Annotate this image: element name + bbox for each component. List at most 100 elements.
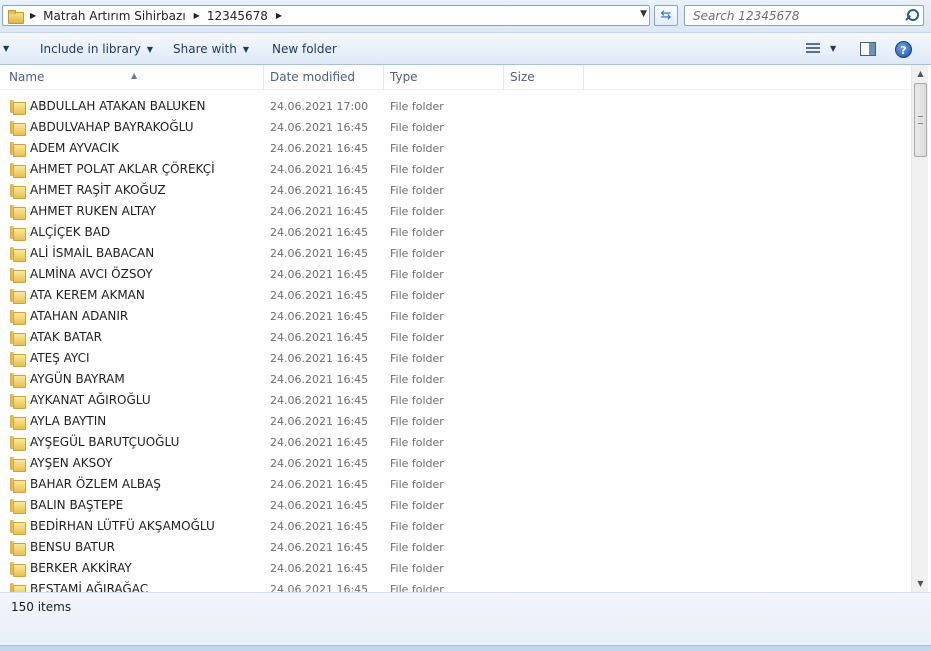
table-row[interactable]: ATEŞ AYCI 24.06.2021 16:45 File folder xyxy=(0,348,911,369)
file-name: ATEŞ AYCI xyxy=(30,351,90,365)
column-header-size[interactable]: Size xyxy=(504,65,584,90)
folder-icon xyxy=(10,268,26,283)
table-row[interactable]: AHMET RAŞİT AKOĞUZ 24.06.2021 16:45 File f… xyxy=(0,180,911,201)
file-date-modified: 24.06.2021 16:45 xyxy=(270,268,369,281)
refresh-button[interactable]: ⇆ xyxy=(654,5,678,26)
file-type: File folder xyxy=(390,373,444,386)
address-bar[interactable]: ▶ Matrah Artırım Sihirbazı ▶ 12345678 ▶ … xyxy=(2,5,650,26)
chevron-down-icon[interactable]: ▼ xyxy=(640,9,647,19)
file-date-modified: 24.06.2021 16:45 xyxy=(270,583,369,592)
details-pane: 150 items xyxy=(0,592,931,645)
file-date-modified: 24.06.2021 17:00 xyxy=(270,100,369,113)
folder-icon xyxy=(10,352,26,367)
file-name: AHMET RUKEN ALTAY xyxy=(30,204,156,218)
folder-icon xyxy=(10,289,26,304)
table-row[interactable]: AYGÜN BAYRAM 24.06.2021 16:45 File folder xyxy=(0,369,911,390)
file-date-modified: 24.06.2021 16:45 xyxy=(270,541,369,554)
file-name: ATAHAN ADANIR xyxy=(30,309,129,323)
table-row[interactable]: BENSU BATUR 24.06.2021 16:45 File folder xyxy=(0,537,911,558)
file-type: File folder xyxy=(390,436,444,449)
table-row[interactable]: AYKANAT AĞIROĞLU 24.06.2021 16:45 File fol… xyxy=(0,390,911,411)
file-name: BALIN BAŞTEPE xyxy=(30,498,124,512)
include-in-library-label: Include in library xyxy=(40,42,141,56)
table-row[interactable]: BEDİRHAN LÜTFÜ AKŞAMOĞLU 24.06.2021 16:45… xyxy=(0,516,911,537)
breadcrumb-arrow-icon[interactable]: ▶ xyxy=(194,11,200,20)
table-row[interactable]: AHMET RUKEN ALTAY 24.06.2021 16:45 File fo… xyxy=(0,201,911,222)
table-row[interactable]: BERKER AKKİRAY 24.06.2021 16:45 File folde… xyxy=(0,558,911,579)
breadcrumb-arrow-icon[interactable]: ▶ xyxy=(276,11,282,20)
file-name: ABDULVAHAP BAYRAKOĞLU xyxy=(30,120,194,134)
new-folder-button[interactable]: New folder xyxy=(272,42,337,56)
command-bar: ▼ Include in library ▼ Share with ▼ New fo… xyxy=(0,32,931,65)
file-date-modified: 24.06.2021 16:45 xyxy=(270,562,369,575)
table-row[interactable]: ADEM AYVACIK 24.06.2021 16:45 File folder xyxy=(0,138,911,159)
file-name: BERKER AKKİRAY xyxy=(30,561,132,575)
table-row[interactable]: BALIN BAŞTEPE 24.06.2021 16:45 File folder xyxy=(0,495,911,516)
table-row[interactable]: AYŞEGÜL BARUTÇUOĞLU 24.06.2021 16:45 File … xyxy=(0,432,911,453)
table-row[interactable]: BAHAR ÖZLEM ALBAŞ 24.06.2021 16:45 File fo… xyxy=(0,474,911,495)
file-name: AHMET RAŞİT AKOĞUZ xyxy=(30,183,166,197)
scroll-thumb[interactable] xyxy=(914,83,927,157)
file-date-modified: 24.06.2021 16:45 xyxy=(270,289,369,302)
search-icon[interactable] xyxy=(903,7,923,25)
search-box[interactable] xyxy=(684,5,924,26)
table-row[interactable]: AYŞEN AKSOY 24.06.2021 16:45 File folder xyxy=(0,453,911,474)
column-header-date[interactable]: Date modified xyxy=(264,65,384,90)
preview-pane-icon[interactable] xyxy=(860,42,876,56)
breadcrumb-arrow-icon[interactable]: ▶ xyxy=(30,11,36,20)
organize-dropdown-icon[interactable]: ▼ xyxy=(3,44,9,53)
table-row[interactable]: ALMİNA AVCI ÖZSOY 24.06.2021 16:45 File fo… xyxy=(0,264,911,285)
file-rows: ABDULLAH ATAKAN BALUKEN 24.06.2021 17:00 F… xyxy=(0,96,911,592)
file-name: ALMİNA AVCI ÖZSOY xyxy=(30,267,153,281)
folder-icon xyxy=(10,457,26,472)
file-type: File folder xyxy=(390,226,444,239)
file-type: File folder xyxy=(390,289,444,302)
file-type: File folder xyxy=(390,247,444,260)
table-row[interactable]: ALÇİÇEK BAD 24.06.2021 16:45 File folder xyxy=(0,222,911,243)
folder-icon xyxy=(10,373,26,388)
table-row[interactable]: ABDULVAHAP BAYRAKOĞLU 24.06.2021 16:45 Fil… xyxy=(0,117,911,138)
file-name: BAHAR ÖZLEM ALBAŞ xyxy=(30,477,161,491)
breadcrumb-item[interactable]: 12345678 xyxy=(207,9,268,23)
column-header-type[interactable]: Type xyxy=(384,65,504,90)
help-icon[interactable]: ? xyxy=(895,41,912,58)
table-row[interactable]: ATAHAN ADANIR 24.06.2021 16:45 File folder xyxy=(0,306,911,327)
share-with-button[interactable]: Share with ▼ xyxy=(173,42,249,56)
file-name: BESTAMİ AĞIRAĞAÇ xyxy=(30,582,149,592)
table-row[interactable]: BESTAMİ AĞIRAĞAÇ 24.06.2021 16:45 File fol… xyxy=(0,579,911,592)
search-input[interactable] xyxy=(685,6,903,25)
file-name: BENSU BATUR xyxy=(30,540,115,554)
file-type: File folder xyxy=(390,121,444,134)
file-type: File folder xyxy=(390,415,444,428)
file-type: File folder xyxy=(390,163,444,176)
vertical-scrollbar[interactable]: ▲ ▼ xyxy=(911,65,928,592)
file-type: File folder xyxy=(390,100,444,113)
folder-icon xyxy=(10,499,26,514)
file-date-modified: 24.06.2021 16:45 xyxy=(270,163,369,176)
folder-icon xyxy=(10,205,26,220)
column-header-name[interactable]: Name ▲ xyxy=(3,65,264,90)
scroll-down-icon[interactable]: ▼ xyxy=(912,575,929,592)
file-type: File folder xyxy=(390,541,444,554)
table-row[interactable]: ATA KEREM AKMAN 24.06.2021 16:45 File fold… xyxy=(0,285,911,306)
folder-icon xyxy=(10,562,26,577)
scroll-up-icon[interactable]: ▲ xyxy=(912,65,929,82)
file-type: File folder xyxy=(390,268,444,281)
sort-up-icon: ▲ xyxy=(131,71,138,80)
folder-icon xyxy=(10,121,26,136)
file-type: File folder xyxy=(390,142,444,155)
column-headers: Name ▲ Date modified Type Size xyxy=(0,65,911,90)
table-row[interactable]: ATAK BATAR 24.06.2021 16:45 File folder xyxy=(0,327,911,348)
views-icon[interactable] xyxy=(806,43,820,55)
breadcrumb-item[interactable]: Matrah Artırım Sihirbazı xyxy=(43,9,186,23)
file-name: ATA KEREM AKMAN xyxy=(30,288,145,302)
file-date-modified: 24.06.2021 16:45 xyxy=(270,352,369,365)
views-dropdown-icon[interactable]: ▼ xyxy=(830,44,836,53)
table-row[interactable]: AHMET POLAT AKLAR ÇÖREKÇİ 24.06.2021 16:4… xyxy=(0,159,911,180)
include-in-library-button[interactable]: Include in library ▼ xyxy=(40,42,153,56)
table-row[interactable]: ABDULLAH ATAKAN BALUKEN 24.06.2021 17:00 F… xyxy=(0,96,911,117)
file-date-modified: 24.06.2021 16:45 xyxy=(270,436,369,449)
table-row[interactable]: AYLA BAYTIN 24.06.2021 16:45 File folder xyxy=(0,411,911,432)
table-row[interactable]: ALİ İSMAİL BABACAN 24.06.2021 16:45 File f… xyxy=(0,243,911,264)
folder-icon xyxy=(10,415,26,430)
